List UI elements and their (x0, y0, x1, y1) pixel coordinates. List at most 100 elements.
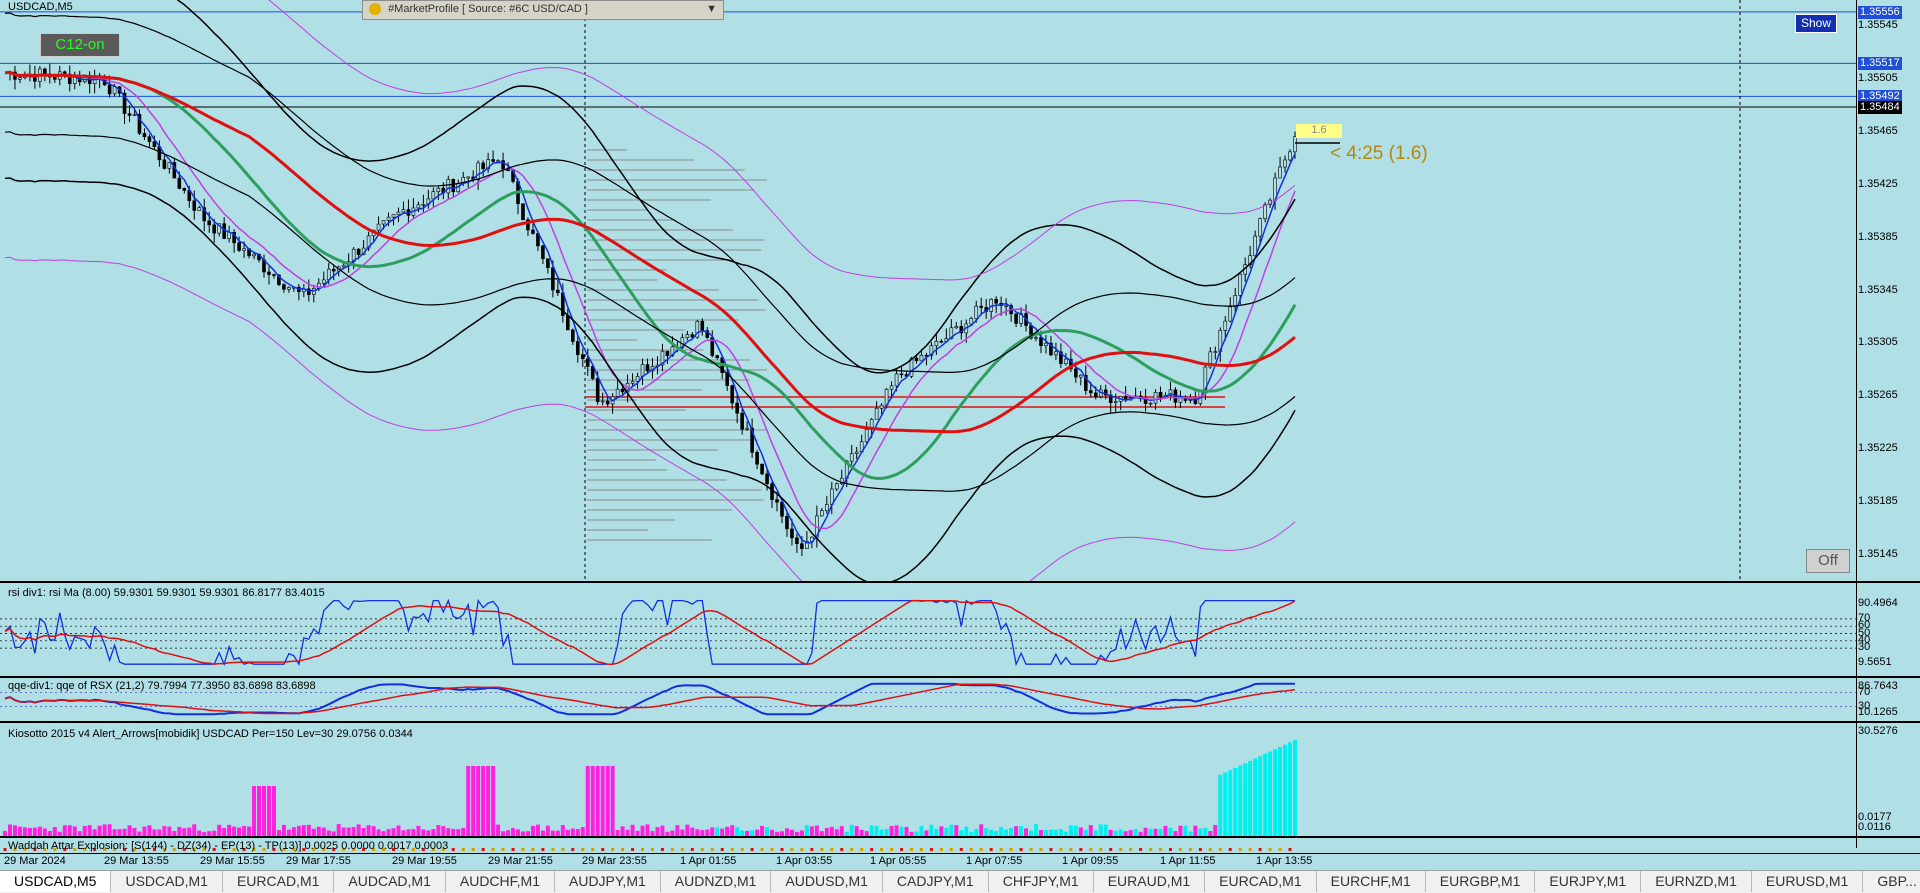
candle-body (1113, 401, 1118, 404)
candle-body (401, 209, 406, 213)
candle-body (556, 289, 560, 294)
candle-body (1148, 402, 1153, 405)
candle-body (939, 340, 944, 343)
histogram-bar (152, 829, 157, 836)
histogram-bar (242, 826, 247, 836)
histogram-bar (162, 826, 167, 836)
waddah-bar (720, 848, 724, 851)
candle-body (376, 223, 381, 231)
time-axis-label: 1 Apr 13:55 (1256, 855, 1313, 867)
symbol-tab[interactable]: EURJPY,M1 (1535, 871, 1642, 892)
symbol-tab[interactable]: EURCHF,M1 (1317, 871, 1426, 892)
histogram-bar (585, 766, 590, 836)
candle-body (531, 229, 535, 234)
symbol-tab[interactable]: USDCAD,M5 (0, 871, 112, 892)
candle-body (1263, 204, 1267, 220)
symbol-tab[interactable]: EURGBP,M1 (1426, 871, 1536, 892)
c12-button[interactable]: C12-on (40, 33, 120, 57)
histogram-bar (266, 786, 271, 836)
histogram-bar (655, 827, 660, 836)
symbol-tab[interactable]: AUDJPY,M1 (555, 871, 661, 892)
kiosotto-pane[interactable]: Kiosotto 2015 v4 Alert_Arrows[mobidik] U… (0, 723, 1920, 836)
waddah-bar (1069, 848, 1073, 851)
candle-body (874, 408, 879, 420)
price-scale-label: 1.35305 (1858, 336, 1898, 349)
waddah-bar (631, 848, 635, 851)
histogram-bar (237, 827, 242, 836)
time-axis-label: 29 Mar 13:55 (104, 855, 169, 867)
histogram-bar (496, 824, 501, 836)
price-pane[interactable]: USDCAD,M5 #MarketProfile [ Source: #6C U… (0, 0, 1920, 581)
waddah-bar (870, 848, 874, 851)
market-profile-dropdown[interactable]: #MarketProfile [ Source: #6C USD/CAD ] ▼ (362, 0, 724, 20)
histogram-bar (685, 824, 690, 836)
candle-body (481, 162, 485, 170)
candle-body (1044, 342, 1048, 347)
histogram-bar (132, 827, 137, 836)
histogram-bar (82, 825, 87, 836)
waddah-bar (840, 848, 844, 851)
symbol-tab[interactable]: AUDCHF,M1 (446, 871, 555, 892)
histogram-bar (1148, 828, 1153, 836)
histogram-bar (974, 829, 979, 836)
symbol-tab[interactable]: GBP... (1863, 871, 1920, 892)
histogram-bar (580, 827, 585, 836)
histogram-bar (849, 824, 854, 836)
candle-body (740, 412, 744, 430)
histogram-bar (1258, 756, 1263, 836)
candle-body (974, 305, 979, 319)
histogram-bar (575, 829, 580, 836)
candle-body (825, 504, 829, 512)
symbol-tab[interactable]: CHFJPY,M1 (989, 871, 1094, 892)
symbol-tab[interactable]: EURUSD,M1 (1752, 871, 1864, 892)
waddah-bar (1079, 848, 1083, 851)
histogram-bar (1103, 824, 1108, 836)
symbol-tab[interactable]: EURAUD,M1 (1094, 871, 1206, 892)
histogram-bar (919, 826, 924, 836)
histogram-bar (1143, 827, 1148, 836)
symbol-tab[interactable]: EURCAD,M1 (1205, 871, 1317, 892)
candle-body (645, 364, 650, 372)
histogram-bar (1153, 828, 1158, 836)
waddah-bar (919, 848, 923, 851)
histogram-bar (630, 824, 635, 836)
waddah-bar (1258, 848, 1262, 851)
candle-body (620, 388, 625, 393)
candle-body (785, 515, 789, 530)
qqe-pane[interactable]: qqe-div1: qqe of RSX (21,2) 79.7994 77.3… (0, 678, 1920, 721)
candle-body (700, 320, 705, 331)
symbol-tab[interactable]: EURCAD,M1 (223, 871, 335, 892)
waddah-bar (451, 848, 455, 851)
candle-body (1153, 392, 1158, 404)
show-button[interactable]: Show (1795, 14, 1837, 33)
waddah-bar (949, 848, 953, 851)
waddah-bar (710, 848, 714, 851)
waddah-bar (1188, 848, 1192, 851)
symbol-tab[interactable]: EURNZD,M1 (1641, 871, 1752, 892)
candle-body (466, 176, 471, 179)
candle-body (272, 274, 276, 276)
waddah-bar (1109, 848, 1113, 851)
symbol-tab[interactable]: CADJPY,M1 (883, 871, 989, 892)
histogram-bar (1058, 829, 1063, 836)
symbol-tab[interactable]: USDCAD,M1 (111, 871, 223, 892)
histogram-bar (92, 829, 97, 836)
histogram-bar (257, 786, 262, 836)
candle-body (1079, 374, 1083, 378)
candle-body (800, 543, 804, 549)
symbol-tab[interactable]: AUDNZD,M1 (661, 871, 772, 892)
histogram-bar (1078, 827, 1083, 836)
time-axis[interactable]: 29 Mar 2024 29 Mar 13:55 29 Mar 15:55 29 Ma… (0, 853, 1920, 871)
candle-body (421, 204, 426, 206)
price-scale-label: 1.35425 (1858, 177, 1898, 190)
off-button[interactable]: Off (1806, 549, 1850, 573)
price-scale-label: 1.35225 (1858, 441, 1898, 454)
rsi-pane[interactable]: rsi div1: rsi Ma (8.00) 59.9301 59.9301 … (0, 583, 1920, 676)
waddah-pane[interactable]: Waddah Attar Explosion: [S(144) - DZ(34)… (0, 838, 1920, 853)
time-axis-label: 29 Mar 15:55 (200, 855, 265, 867)
waddah-bar (491, 848, 495, 851)
histogram-bar (1198, 828, 1203, 836)
candle-body (899, 373, 904, 376)
symbol-tab[interactable]: AUDUSD,M1 (771, 871, 883, 892)
symbol-tab[interactable]: AUDCAD,M1 (334, 871, 446, 892)
